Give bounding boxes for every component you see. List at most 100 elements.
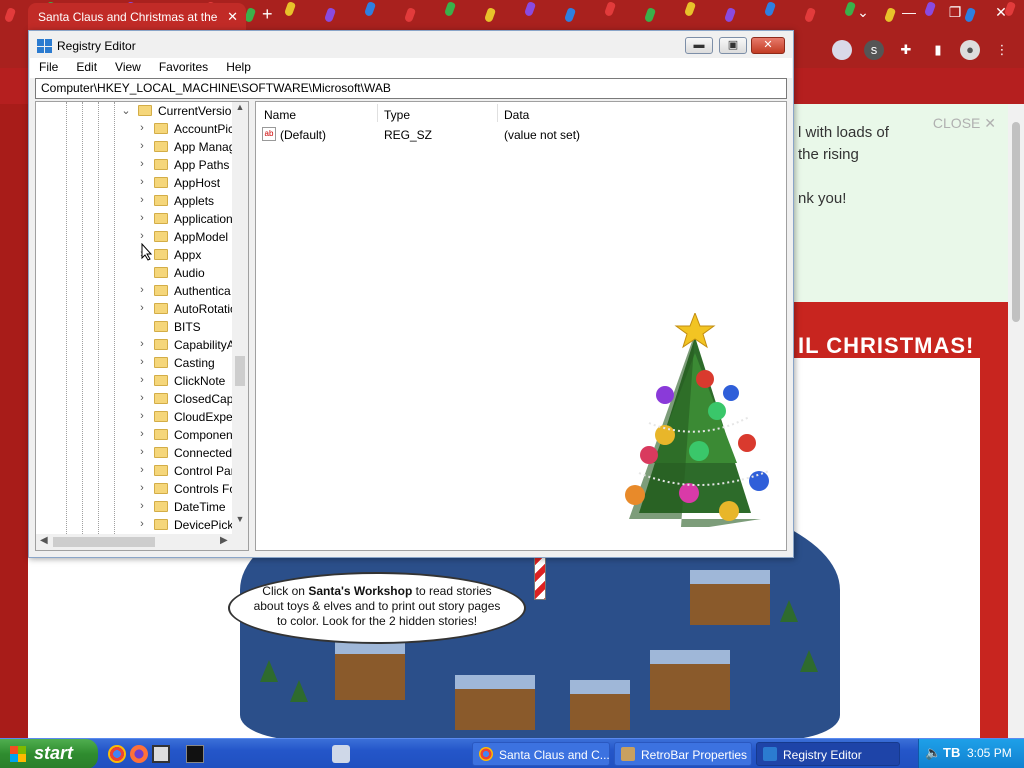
- address-bar[interactable]: Computer\HKEY_LOCAL_MACHINE\SOFTWARE\Mic…: [35, 78, 787, 99]
- column-header-data[interactable]: Data: [504, 108, 529, 122]
- close-button[interactable]: ✕: [751, 37, 785, 54]
- chevron-right-icon[interactable]: ›: [136, 122, 148, 134]
- puzzle-icon[interactable]: ✚: [896, 40, 916, 60]
- chevron-right-icon[interactable]: ›: [136, 212, 148, 224]
- registry-tree[interactable]: ⌄ CurrentVersion › AccountPic › App Manag › A…: [35, 101, 249, 551]
- column-divider[interactable]: [377, 104, 378, 122]
- scroll-up-icon[interactable]: ▲: [232, 102, 248, 112]
- chevron-right-icon[interactable]: ›: [136, 158, 148, 170]
- window-icon[interactable]: [332, 745, 350, 763]
- minimize-icon[interactable]: —: [886, 4, 932, 20]
- tree-item[interactable]: › AppModel: [36, 228, 232, 246]
- retrobar-icon[interactable]: TB: [943, 745, 960, 760]
- terminal-icon[interactable]: [186, 745, 204, 763]
- chevron-right-icon[interactable]: ›: [136, 302, 148, 314]
- profile-icon[interactable]: ●: [960, 40, 980, 60]
- chevron-right-icon[interactable]: ›: [136, 356, 148, 368]
- chrome-icon[interactable]: [108, 745, 126, 763]
- maximize-button[interactable]: ▣: [719, 37, 747, 54]
- task-registry-editor[interactable]: Registry Editor: [756, 742, 900, 766]
- banner-close-button[interactable]: CLOSE ✕: [933, 112, 996, 134]
- tab-close-icon[interactable]: ✕: [227, 9, 238, 25]
- chevron-right-icon[interactable]: ›: [136, 230, 148, 242]
- flag-icon[interactable]: [832, 40, 852, 60]
- tree-item[interactable]: › AppHost: [36, 174, 232, 192]
- tree-item-currentversion[interactable]: ⌄ CurrentVersion: [36, 102, 232, 120]
- chevron-right-icon[interactable]: ›: [136, 140, 148, 152]
- extension-s-icon[interactable]: s: [864, 40, 884, 60]
- tree-horizontal-scrollbar[interactable]: ◀ ▶: [36, 534, 248, 550]
- tree-item[interactable]: › Applets: [36, 192, 232, 210]
- computer-icon[interactable]: [152, 745, 170, 763]
- tree-item[interactable]: › ClickNote: [36, 372, 232, 390]
- chevron-right-icon[interactable]: ›: [136, 518, 148, 530]
- tab-search-icon[interactable]: ⌄: [840, 4, 886, 21]
- house[interactable]: [455, 675, 535, 730]
- chevron-right-icon[interactable]: ›: [136, 374, 148, 386]
- tree-item[interactable]: › Authentica: [36, 282, 232, 300]
- tree-hscrollbar-thumb[interactable]: [53, 537, 155, 547]
- chevron-right-icon[interactable]: ›: [136, 338, 148, 350]
- tree-item[interactable]: › Control Par: [36, 462, 232, 480]
- column-header-type[interactable]: Type: [384, 108, 410, 122]
- column-header-name[interactable]: Name: [264, 108, 296, 122]
- tree-item[interactable]: › App Manag: [36, 138, 232, 156]
- menu-help[interactable]: Help: [217, 58, 260, 78]
- column-divider[interactable]: [497, 104, 498, 122]
- tree-item[interactable]: › AccountPic: [36, 120, 232, 138]
- chevron-right-icon[interactable]: ›: [136, 194, 148, 206]
- tree-item[interactable]: BITS: [36, 318, 232, 336]
- chevron-right-icon[interactable]: ›: [136, 176, 148, 188]
- menu-file[interactable]: File: [30, 58, 67, 78]
- chevron-right-icon[interactable]: ›: [136, 482, 148, 494]
- menu-favorites[interactable]: Favorites: [150, 58, 217, 78]
- tree-item[interactable]: › Componen: [36, 426, 232, 444]
- close-icon[interactable]: ✕: [978, 4, 1024, 21]
- menu-view[interactable]: View: [106, 58, 150, 78]
- clock[interactable]: 3:05 PM: [967, 746, 1012, 760]
- firefox-icon[interactable]: [130, 745, 148, 763]
- page-scrollbar[interactable]: [1008, 104, 1024, 738]
- tree-item[interactable]: ›Appx: [36, 246, 232, 264]
- browser-tab[interactable]: Santa Claus and Christmas at the ✕: [28, 3, 246, 31]
- tree-scrollbar-thumb[interactable]: [235, 356, 245, 386]
- tree-item[interactable]: › Connected: [36, 444, 232, 462]
- tree-item[interactable]: › DateTime: [36, 498, 232, 516]
- chevron-right-icon[interactable]: ›: [136, 446, 148, 458]
- chevron-down-icon[interactable]: ⌄: [120, 104, 132, 117]
- new-tab-icon[interactable]: +: [262, 4, 273, 25]
- tree-vertical-scrollbar[interactable]: ▲ ▼: [232, 102, 248, 534]
- tree-item[interactable]: › CloudExper: [36, 408, 232, 426]
- menu-edit[interactable]: Edit: [67, 58, 106, 78]
- toy-shop-house[interactable]: [690, 570, 770, 625]
- tree-item[interactable]: › Application: [36, 210, 232, 228]
- registry-editor-window[interactable]: Registry Editor ▬ ▣ ✕ File Edit View Fav…: [28, 30, 794, 558]
- restore-icon[interactable]: ❐: [932, 4, 978, 21]
- house[interactable]: [650, 650, 730, 710]
- chevron-right-icon[interactable]: ›: [136, 464, 148, 476]
- window-titlebar[interactable]: Registry Editor ▬ ▣ ✕: [29, 31, 793, 61]
- tree-item[interactable]: Audio: [36, 264, 232, 282]
- start-button[interactable]: start: [0, 739, 98, 768]
- task-retrobar-properties[interactable]: RetroBar Properties: [614, 742, 752, 766]
- tree-item[interactable]: › CapabilityA: [36, 336, 232, 354]
- value-row[interactable]: ab (Default) REG_SZ (value not set): [256, 126, 786, 144]
- page-scrollbar-thumb[interactable]: [1012, 122, 1020, 322]
- speaker-icon[interactable]: 🔈: [925, 745, 941, 761]
- tree-item[interactable]: › ClosedCapt: [36, 390, 232, 408]
- minimize-button[interactable]: ▬: [685, 37, 713, 54]
- task-browser[interactable]: Santa Claus and C...: [472, 742, 610, 766]
- scroll-right-icon[interactable]: ▶: [220, 535, 228, 546]
- santas-workshop-link[interactable]: Santa's Workshop: [308, 584, 412, 598]
- scroll-left-icon[interactable]: ◀: [40, 535, 48, 546]
- menu-icon[interactable]: ⋮: [992, 40, 1012, 60]
- chevron-right-icon[interactable]: ›: [136, 428, 148, 440]
- chevron-right-icon[interactable]: ›: [136, 284, 148, 296]
- chevron-right-icon[interactable]: ›: [136, 500, 148, 512]
- tree-item[interactable]: › DevicePick: [36, 516, 232, 534]
- house[interactable]: [570, 680, 630, 730]
- tree-item[interactable]: › Casting: [36, 354, 232, 372]
- chevron-right-icon[interactable]: ›: [136, 392, 148, 404]
- chevron-right-icon[interactable]: ›: [136, 410, 148, 422]
- sidebar-icon[interactable]: ▮: [928, 40, 948, 60]
